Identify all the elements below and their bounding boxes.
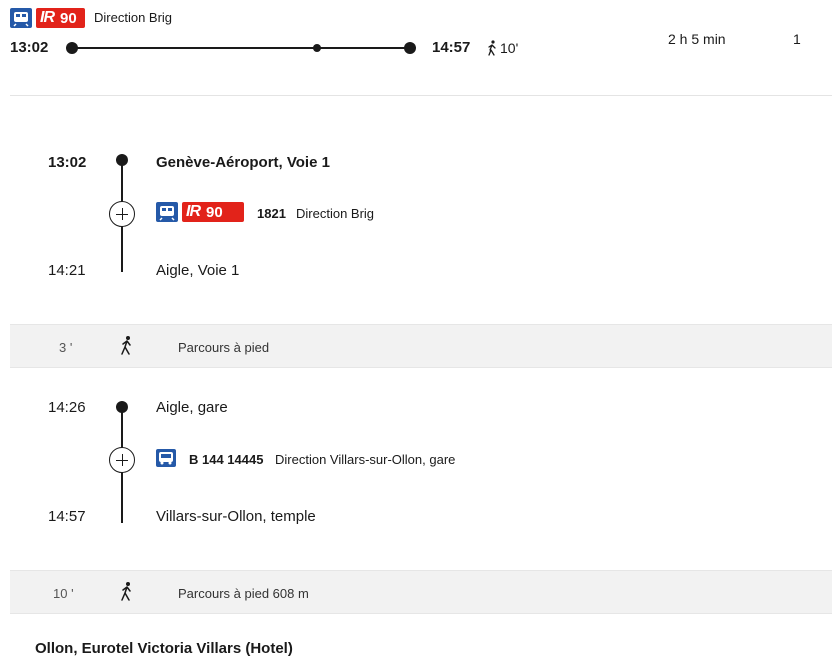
leg-arrive-stop: Villars-sur-Ollon, temple bbox=[156, 508, 316, 525]
walk-minutes: 3 ' bbox=[59, 340, 73, 355]
plus-circle-icon[interactable] bbox=[109, 201, 135, 227]
walking-person-icon bbox=[121, 336, 131, 355]
walk-segment[interactable]: 10 ' Parcours à pied 608 m bbox=[10, 570, 832, 614]
leg-arrive-time: 14:57 bbox=[48, 508, 86, 525]
leg-depart-stop: Aigle, gare bbox=[156, 399, 228, 416]
walking-person-icon bbox=[121, 582, 131, 601]
leg-depart-time: 14:26 bbox=[48, 399, 86, 416]
summary-change-dot bbox=[313, 44, 321, 52]
summary-start-dot bbox=[66, 42, 78, 54]
leg-depart-time: 13:02 bbox=[48, 154, 87, 171]
walk-label: Parcours à pied 608 m bbox=[178, 586, 309, 601]
trip-number: 1821 bbox=[257, 206, 286, 221]
summary-walk-time: 10' bbox=[500, 40, 519, 56]
destination: Ollon, Eurotel Victoria Villars (Hotel) bbox=[35, 640, 293, 657]
line-badge: IR 90 bbox=[36, 8, 85, 28]
summary-direction: Direction Brig bbox=[94, 10, 173, 25]
leg-arrive-stop: Aigle, Voie 1 bbox=[156, 262, 240, 279]
walking-person-icon bbox=[488, 40, 496, 56]
leg-direction: Direction Brig bbox=[296, 206, 375, 221]
plus-circle-icon[interactable] bbox=[109, 447, 135, 473]
divider bbox=[10, 95, 832, 96]
bus-line: B 144 14445 bbox=[189, 452, 264, 467]
walk-label: Parcours à pied bbox=[178, 340, 270, 355]
summary-arrive-time: 14:57 bbox=[432, 39, 471, 56]
summary-end-dot bbox=[404, 42, 416, 54]
walk-segment[interactable]: 3 ' Parcours à pied bbox=[10, 324, 832, 368]
line-number: 90 bbox=[60, 9, 77, 27]
train-icon bbox=[156, 202, 178, 222]
train-icon bbox=[10, 8, 32, 28]
line-prefix: IR bbox=[40, 9, 55, 26]
walk-minutes: 10 ' bbox=[53, 586, 74, 601]
summary-changes: 1 bbox=[793, 31, 801, 47]
summary-depart-time: 13:02 bbox=[10, 39, 49, 56]
leg-depart-stop: Genève-Aéroport, Voie 1 bbox=[156, 154, 330, 171]
line-prefix: IR bbox=[186, 203, 201, 220]
leg-direction: Direction Villars-sur-Ollon, gare bbox=[275, 452, 456, 467]
line-badge: IR 90 bbox=[182, 202, 244, 222]
leg-arrive-time: 14:21 bbox=[48, 262, 86, 279]
summary-timeline bbox=[72, 47, 410, 49]
line-number: 90 bbox=[206, 203, 223, 221]
bus-icon bbox=[156, 449, 176, 467]
summary-duration: 2 h 5 min bbox=[668, 31, 726, 47]
